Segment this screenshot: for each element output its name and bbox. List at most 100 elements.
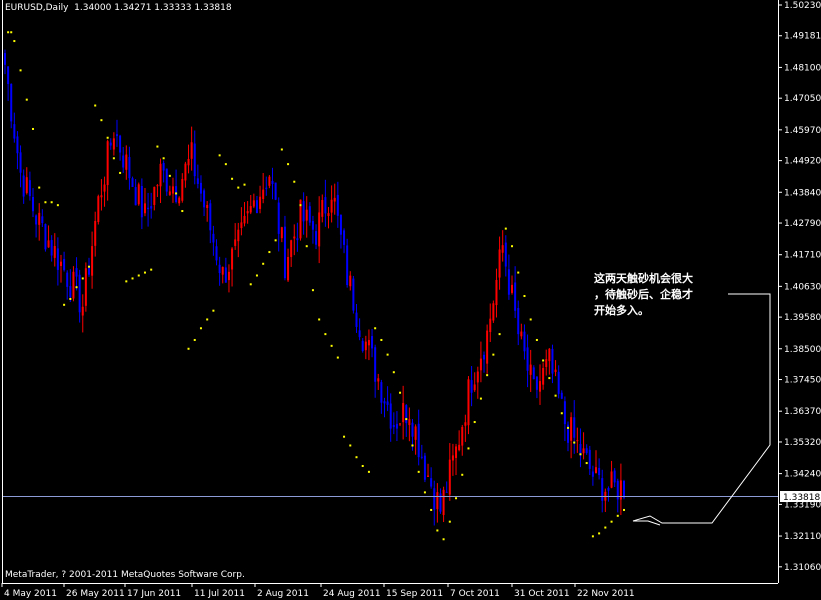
- candle-body: [470, 380, 473, 393]
- candle-body: [563, 401, 566, 425]
- candle-body: [399, 423, 402, 425]
- candle-body: [165, 168, 168, 192]
- candle-body: [557, 371, 560, 394]
- candle-body: [181, 178, 184, 201]
- candle-body: [361, 340, 364, 351]
- copyright-text: MetaTrader, ? 2001-2011 MetaQuotes Softw…: [5, 570, 245, 580]
- candle-body: [137, 184, 140, 205]
- candle-body: [451, 455, 454, 461]
- candle-body: [473, 384, 476, 391]
- candle-body: [22, 175, 25, 197]
- y-tick-label: 1.43840: [784, 188, 821, 198]
- sar-dot: [10, 31, 13, 34]
- candle-body: [318, 212, 321, 247]
- price-chart[interactable]: 1.50230 1.49181 1.48100 1.47050 1.45970 1.449…: [0, 0, 821, 600]
- candle-body: [430, 478, 433, 487]
- candle-body: [573, 417, 576, 438]
- chart-window[interactable]: 1.50230 1.49181 1.48100 1.47050 1.45970 1.449…: [0, 0, 821, 600]
- sar-dot: [193, 338, 196, 341]
- candle-body: [103, 184, 106, 192]
- sar-dot: [405, 418, 408, 421]
- candle-body: [377, 378, 380, 382]
- candle-body: [383, 401, 386, 404]
- sar-dot: [361, 464, 364, 467]
- candle-body: [486, 330, 489, 364]
- candle-body: [476, 371, 479, 383]
- candle-body: [311, 221, 314, 230]
- candle-body: [386, 401, 389, 405]
- sar-dot: [517, 271, 520, 274]
- y-tick-label: 1.39580: [784, 313, 821, 323]
- sar-dot: [224, 163, 227, 166]
- sar-dot: [511, 245, 514, 248]
- candle-body: [255, 200, 258, 214]
- candle-body: [178, 197, 181, 204]
- candle-body: [44, 224, 47, 250]
- x-tick-label: 22 Nov 2011: [577, 589, 635, 599]
- candle-body: [78, 274, 81, 313]
- candle-body: [392, 425, 395, 428]
- candle-body: [231, 248, 234, 270]
- sar-dot: [504, 227, 507, 230]
- candle-body: [489, 318, 492, 332]
- x-tick-label: 26 May 2011: [66, 589, 125, 599]
- sar-dot: [299, 204, 302, 207]
- sar-dot: [237, 186, 240, 189]
- sar-dot: [349, 444, 352, 447]
- candle-body: [72, 271, 75, 299]
- candle-body: [308, 206, 311, 223]
- candle-body: [218, 264, 221, 274]
- sar-dot: [486, 374, 489, 377]
- sar-dot: [492, 353, 495, 356]
- sar-dot: [31, 127, 34, 130]
- candle-body: [35, 215, 38, 225]
- annotation-line-1: 这两天触砂机会很大: [594, 272, 693, 285]
- candle-body: [262, 189, 265, 199]
- candle-body: [150, 206, 153, 209]
- candle-body: [159, 163, 162, 187]
- candle-body: [371, 336, 374, 349]
- sar-dot: [137, 274, 140, 277]
- candle-body: [69, 286, 72, 298]
- candle-body: [81, 306, 84, 316]
- sar-dot: [616, 514, 619, 517]
- candle-body: [212, 233, 215, 243]
- sar-dot: [598, 532, 601, 535]
- candle-body: [523, 331, 526, 352]
- sar-dot: [567, 426, 570, 429]
- sar-dot: [573, 441, 576, 444]
- y-tick-label: 1.45970: [784, 126, 821, 136]
- candle-body: [59, 261, 62, 267]
- candle-body: [249, 206, 252, 213]
- sar-dot: [243, 183, 246, 186]
- x-tick-label: 2 Aug 2011: [257, 589, 309, 599]
- candle-body: [324, 197, 327, 214]
- candle-body: [13, 124, 16, 139]
- x-tick-label: 7 Oct 2011: [450, 589, 500, 599]
- candle-body: [271, 180, 274, 184]
- candle-body: [203, 190, 206, 208]
- candle-body: [56, 248, 59, 270]
- candle-body: [274, 182, 277, 200]
- x-tick-label: 24 Aug 2011: [323, 589, 381, 599]
- candle-body: [190, 142, 193, 159]
- candle-body: [461, 426, 464, 446]
- candle-body: [336, 194, 339, 216]
- candle-body: [514, 282, 517, 311]
- candle-body: [570, 417, 573, 441]
- candle-body: [420, 456, 423, 458]
- sar-dot: [206, 318, 209, 321]
- candle-body: [343, 230, 346, 245]
- candle-body: [147, 207, 150, 210]
- candle-body: [532, 367, 535, 380]
- y-axis-ticks: 1.50230 1.49181 1.48100 1.47050 1.45970 1.449…: [778, 1, 821, 573]
- candle-body: [16, 136, 19, 154]
- sar-dot: [7, 31, 10, 34]
- candle-body: [47, 240, 50, 248]
- candle-body: [330, 199, 333, 213]
- candle-body: [545, 359, 548, 367]
- candle-body: [380, 382, 383, 403]
- sar-dot: [610, 520, 613, 523]
- sar-dot: [479, 397, 482, 400]
- candle-body: [585, 448, 588, 454]
